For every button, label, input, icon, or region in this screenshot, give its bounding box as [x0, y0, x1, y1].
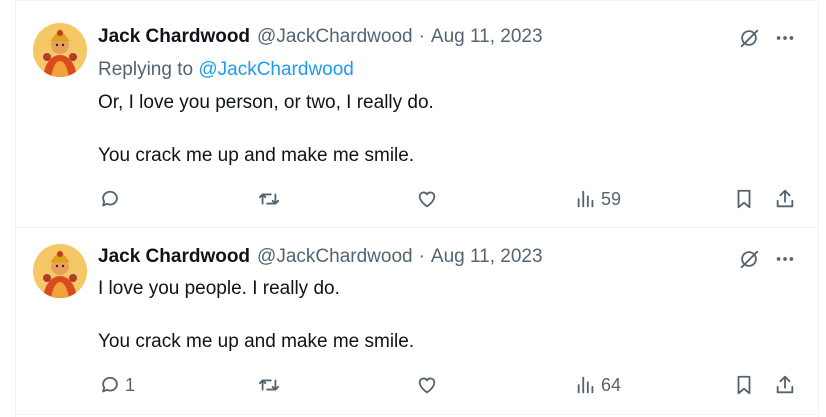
share-icon [776, 375, 794, 394]
grok-icon[interactable] [736, 246, 762, 272]
tweet-text: I love you people. I really do. You crac… [98, 275, 414, 355]
view-count: 59 [601, 188, 622, 209]
views-button[interactable]: 64 [575, 370, 621, 400]
tweet-header: Jack Chardwood @JackChardwood · Aug 11, … [98, 246, 543, 268]
action-bar: 59 [16, 184, 818, 214]
reply-icon [102, 376, 118, 393]
reply-button[interactable]: 1 [99, 370, 135, 400]
like-icon [418, 191, 436, 208]
separator-dot: · [418, 246, 425, 267]
replying-to-link[interactable]: @JackChardwood [198, 59, 354, 80]
more-icon[interactable] [772, 246, 798, 272]
retweet-button[interactable] [258, 370, 280, 400]
avatar[interactable] [33, 244, 87, 298]
view-count: 64 [601, 374, 622, 395]
like-icon [418, 377, 436, 394]
tweet-text-line: I love you people. I really do. [98, 278, 340, 299]
more-icon[interactable] [772, 25, 798, 51]
share-button[interactable] [774, 184, 796, 214]
reply-count: 1 [125, 374, 136, 395]
author-name[interactable]: Jack Chardwood [98, 26, 250, 48]
replying-to: Replying to @JackChardwood [98, 59, 354, 81]
tweet-header: Jack Chardwood @JackChardwood · Aug 11, … [98, 26, 543, 48]
tweet-date[interactable]: Aug 11, 2023 [431, 246, 543, 268]
tweet-text-line: Or, I love you person, or two, I really … [98, 92, 434, 113]
share-icon [776, 189, 794, 208]
bookmark-button[interactable] [733, 184, 755, 214]
separator-dot: · [418, 26, 425, 47]
retweet-icon [258, 379, 280, 391]
bookmark-icon [737, 375, 751, 395]
replying-to-label: Replying to [98, 59, 199, 80]
tweet-thread: Jack Chardwood @JackChardwood · Aug 11, … [15, 0, 819, 417]
author-name[interactable]: Jack Chardwood [98, 246, 250, 268]
tweet-text-line: You crack me up and make me smile. [98, 331, 415, 352]
share-button[interactable] [774, 370, 796, 400]
reply-button[interactable] [99, 184, 125, 214]
retweet-icon [258, 193, 280, 205]
tweet[interactable]: Jack Chardwood @JackChardwood · Aug 11, … [16, 0, 818, 228]
retweet-button[interactable] [258, 184, 280, 214]
like-button[interactable] [416, 370, 438, 400]
avatar[interactable] [33, 23, 87, 77]
bookmark-button[interactable] [733, 370, 755, 400]
grok-icon[interactable] [736, 25, 762, 51]
author-handle[interactable]: @JackChardwood [257, 26, 413, 48]
author-handle[interactable]: @JackChardwood [257, 246, 413, 268]
like-button[interactable] [416, 184, 438, 214]
reply-icon [102, 190, 118, 207]
tweet-date[interactable]: Aug 11, 2023 [431, 26, 543, 48]
views-icon [577, 376, 594, 394]
views-icon [577, 190, 594, 208]
bookmark-icon [737, 189, 751, 209]
views-button[interactable]: 59 [575, 184, 621, 214]
tweet[interactable]: Jack Chardwood @JackChardwood · Aug 11, … [16, 228, 818, 415]
action-bar: 1 64 [16, 370, 818, 400]
tweet-text: Or, I love you person, or two, I really … [98, 89, 434, 169]
tweet-text-line: You crack me up and make me smile. [98, 145, 415, 166]
